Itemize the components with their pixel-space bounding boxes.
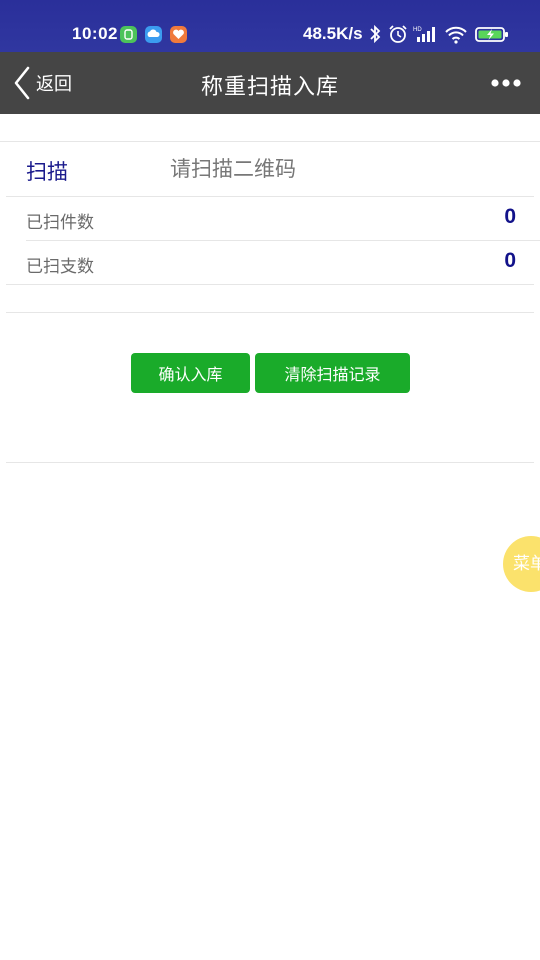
scan-qr-input[interactable] <box>170 150 510 188</box>
wifi-icon <box>444 24 468 48</box>
heart-app-icon <box>170 26 187 43</box>
scanned-branches-row: 已扫支数 0 <box>0 241 540 285</box>
scanned-branches-value: 0 <box>504 249 516 272</box>
more-dots-icon <box>491 79 521 87</box>
more-options-button[interactable] <box>490 70 522 96</box>
divider <box>6 312 534 313</box>
scan-label: 扫描 <box>26 160 68 184</box>
cloud-app-icon <box>145 26 162 43</box>
scanned-branches-label: 已扫支数 <box>26 257 94 277</box>
scanned-pieces-label: 已扫件数 <box>26 213 94 233</box>
battery-charging-icon <box>475 24 509 48</box>
alarm-icon <box>388 24 408 48</box>
floating-menu-button[interactable]: 菜单 <box>503 536 540 592</box>
scanned-pieces-row: 已扫件数 0 <box>0 197 540 241</box>
hd-signal-icon: HD <box>413 24 439 48</box>
confirm-storage-button[interactable]: 确认入库 <box>131 353 250 393</box>
bluetooth-icon <box>368 24 382 48</box>
network-speed: 48.5K/s <box>303 24 363 43</box>
status-bar: 10:02 48.5K/s HD <box>0 0 540 52</box>
svg-text:HD: HD <box>413 27 422 33</box>
clear-scan-records-button[interactable]: 清除扫描记录 <box>255 353 410 393</box>
page-title: 称重扫描入库 <box>200 75 339 100</box>
status-time: 10:02 <box>72 24 118 43</box>
divider <box>6 462 534 463</box>
divider <box>6 284 534 285</box>
app-notification-icon-1 <box>120 26 137 43</box>
title-bar: 返回 称重扫描入库 <box>0 52 540 114</box>
scanned-pieces-value: 0 <box>504 205 516 228</box>
scan-row: 扫描 <box>0 142 540 196</box>
